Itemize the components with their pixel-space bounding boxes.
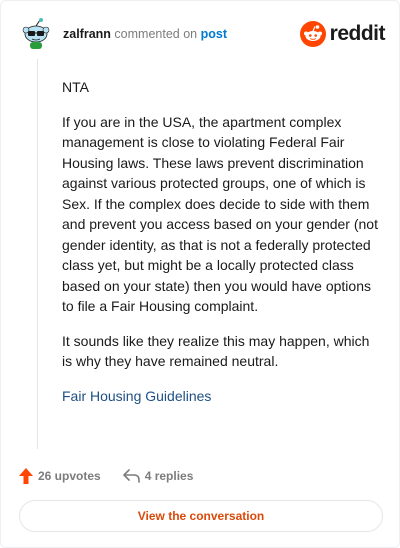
replies-count: 4 replies (144, 469, 194, 483)
comment-actions: 26 upvotes 4 replies (19, 465, 193, 487)
comment-header: zalfrann commented on post reddit (19, 17, 386, 53)
post-link[interactable]: post (201, 27, 227, 41)
comment-body: NTA If you are in the USA, the apartment… (62, 77, 378, 420)
upvote-count: 26 upvotes (38, 469, 101, 483)
reddit-logo-icon (299, 21, 326, 47)
comment-embed-card: zalfrann commented on post reddit NTA If… (0, 0, 400, 548)
reddit-logo[interactable]: reddit (299, 20, 386, 48)
view-conversation-button[interactable]: View the conversation (19, 500, 383, 532)
comment-paragraph: If you are in the USA, the apartment com… (62, 113, 378, 315)
upvote-button[interactable]: 26 upvotes (19, 468, 101, 484)
reddit-wordmark: reddit (329, 22, 386, 45)
username-link[interactable]: zalfrann (63, 27, 111, 41)
reply-arrow-icon (122, 469, 140, 483)
comment-paragraph: NTA (62, 79, 89, 95)
user-avatar[interactable] (19, 17, 53, 51)
action-text: commented on (114, 27, 198, 41)
fair-housing-link[interactable]: Fair Housing Guidelines (62, 386, 378, 407)
comment-paragraph: It sounds like they realize this may hap… (62, 332, 370, 370)
replies-button[interactable]: 4 replies (122, 469, 194, 483)
comment-meta: zalfrann commented on post (63, 26, 227, 42)
snoo-avatar-icon (19, 17, 53, 51)
thread-line (37, 59, 38, 449)
upvote-arrow-icon (19, 468, 33, 484)
